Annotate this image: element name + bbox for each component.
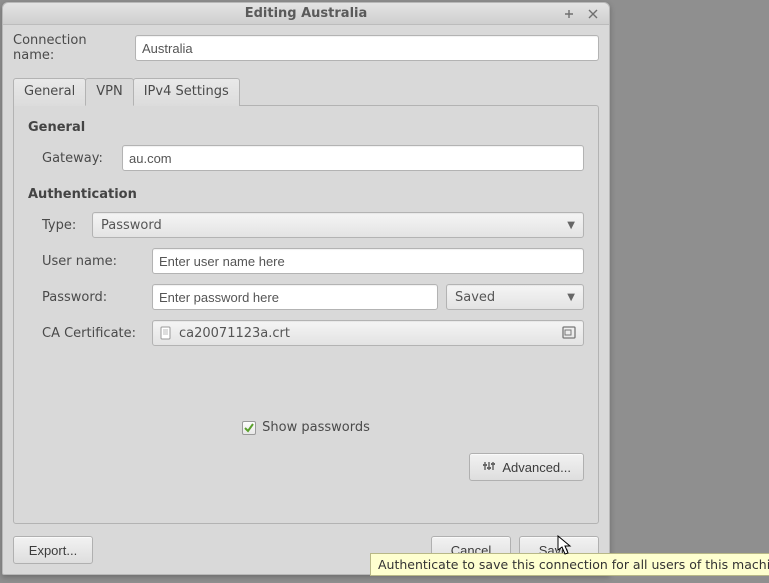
section-auth-title: Authentication	[28, 187, 584, 202]
window-close-icon[interactable]	[585, 6, 601, 22]
username-label: User name:	[42, 254, 152, 269]
tab-ipv4[interactable]: IPv4 Settings	[133, 78, 240, 106]
tab-pane-vpn: General Gateway: Authentication Type: Pa…	[13, 105, 599, 524]
settings-icon	[482, 459, 496, 476]
ca-cert-label: CA Certificate:	[42, 326, 152, 341]
titlebar: Editing Australia	[3, 3, 609, 25]
gateway-input[interactable]	[122, 145, 584, 171]
window-title: Editing Australia	[3, 6, 609, 21]
type-select[interactable]: Password ▼	[92, 212, 584, 238]
password-input[interactable]	[152, 284, 438, 310]
section-general-title: General	[28, 120, 584, 135]
show-passwords-checkbox[interactable]	[242, 421, 256, 435]
file-icon	[159, 326, 173, 340]
editing-connection-dialog: Editing Australia Connection name: Gener…	[2, 2, 610, 575]
chevron-down-icon: ▼	[567, 220, 575, 231]
password-label: Password:	[42, 290, 152, 305]
advanced-button[interactable]: Advanced...	[469, 453, 584, 481]
type-value: Password	[101, 218, 162, 233]
tab-bar: General VPN IPv4 Settings	[13, 77, 599, 105]
tab-general[interactable]: General	[13, 78, 86, 106]
chevron-down-icon: ▼	[567, 292, 575, 303]
password-store-select[interactable]: Saved ▼	[446, 284, 584, 310]
window-maximize-icon[interactable]	[561, 6, 577, 22]
save-tooltip: Authenticate to save this connection for…	[370, 553, 769, 576]
type-label: Type:	[42, 218, 92, 233]
password-store-value: Saved	[455, 290, 495, 305]
export-button[interactable]: Export...	[13, 536, 93, 564]
ca-cert-filename: ca20071123a.crt	[179, 326, 290, 341]
connection-name-label: Connection name:	[13, 33, 129, 63]
username-input[interactable]	[152, 248, 584, 274]
gateway-label: Gateway:	[42, 151, 122, 166]
show-passwords-row[interactable]: Show passwords	[28, 420, 584, 435]
tab-vpn[interactable]: VPN	[85, 78, 133, 106]
connection-name-input[interactable]	[135, 35, 599, 61]
ca-cert-picker[interactable]: ca20071123a.crt	[152, 320, 584, 346]
show-passwords-label: Show passwords	[262, 420, 370, 435]
folder-open-icon	[561, 325, 577, 341]
